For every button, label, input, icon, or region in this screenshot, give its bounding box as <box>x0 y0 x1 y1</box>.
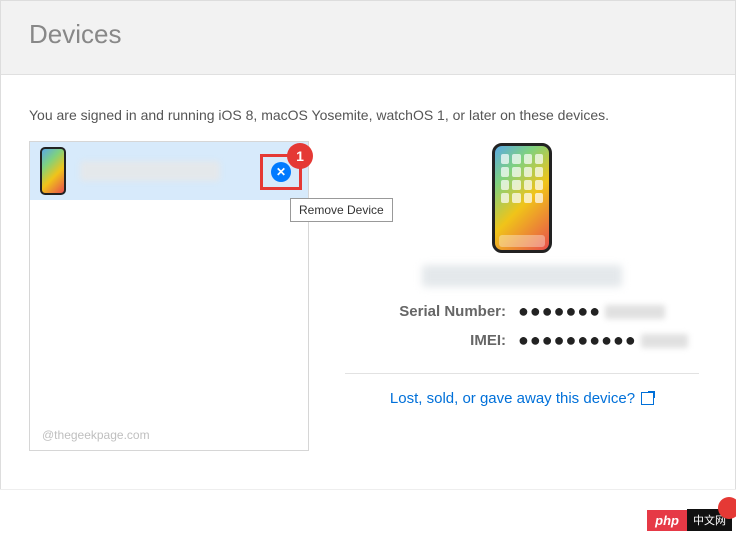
divider <box>345 373 699 374</box>
imei-row: IMEI: ●●●●●●●●●● <box>337 330 707 351</box>
imei-value: ●●●●●●●●●● <box>518 330 688 351</box>
footer-bar: php 中文网 <box>0 489 736 547</box>
device-name-label <box>80 161 220 181</box>
serial-row: Serial Number: ●●●●●●● <box>337 301 707 322</box>
device-thumbnail-icon <box>40 147 66 195</box>
footer-brand-badge: php 中文网 <box>647 509 732 531</box>
header-bar: Devices <box>1 1 735 75</box>
remove-device-tooltip: Remove Device <box>290 198 393 222</box>
watermark-text: @thegeekpage.com <box>42 428 150 442</box>
imei-label: IMEI: <box>356 332 506 349</box>
annotation-badge-2 <box>718 497 736 519</box>
close-icon: ✕ <box>276 165 286 179</box>
device-list: ✕ 1 Remove Device @thegeekpage.com <box>29 141 309 451</box>
device-title <box>422 265 622 287</box>
lost-device-link-text: Lost, sold, or gave away this device? <box>390 390 635 407</box>
external-link-icon <box>641 392 654 405</box>
annotation-highlight-box: ✕ 1 <box>260 154 302 190</box>
content-area: You are signed in and running iOS 8, mac… <box>1 75 735 461</box>
serial-label: Serial Number: <box>356 303 506 320</box>
remove-device-button[interactable]: ✕ <box>271 162 291 182</box>
intro-text: You are signed in and running iOS 8, mac… <box>29 107 707 123</box>
annotation-badge-1: 1 <box>287 143 313 169</box>
page-title: Devices <box>29 19 707 50</box>
device-large-icon <box>492 143 552 253</box>
serial-value: ●●●●●●● <box>518 301 688 322</box>
device-list-item[interactable]: ✕ 1 <box>30 142 308 200</box>
lost-device-link[interactable]: Lost, sold, or gave away this device? <box>390 390 654 407</box>
device-details-panel: Serial Number: ●●●●●●● IMEI: ●●●●●●●●●● … <box>337 141 707 408</box>
panel-row: ✕ 1 Remove Device @thegeekpage.com <box>29 141 707 451</box>
footer-brand-php: php <box>647 510 687 531</box>
